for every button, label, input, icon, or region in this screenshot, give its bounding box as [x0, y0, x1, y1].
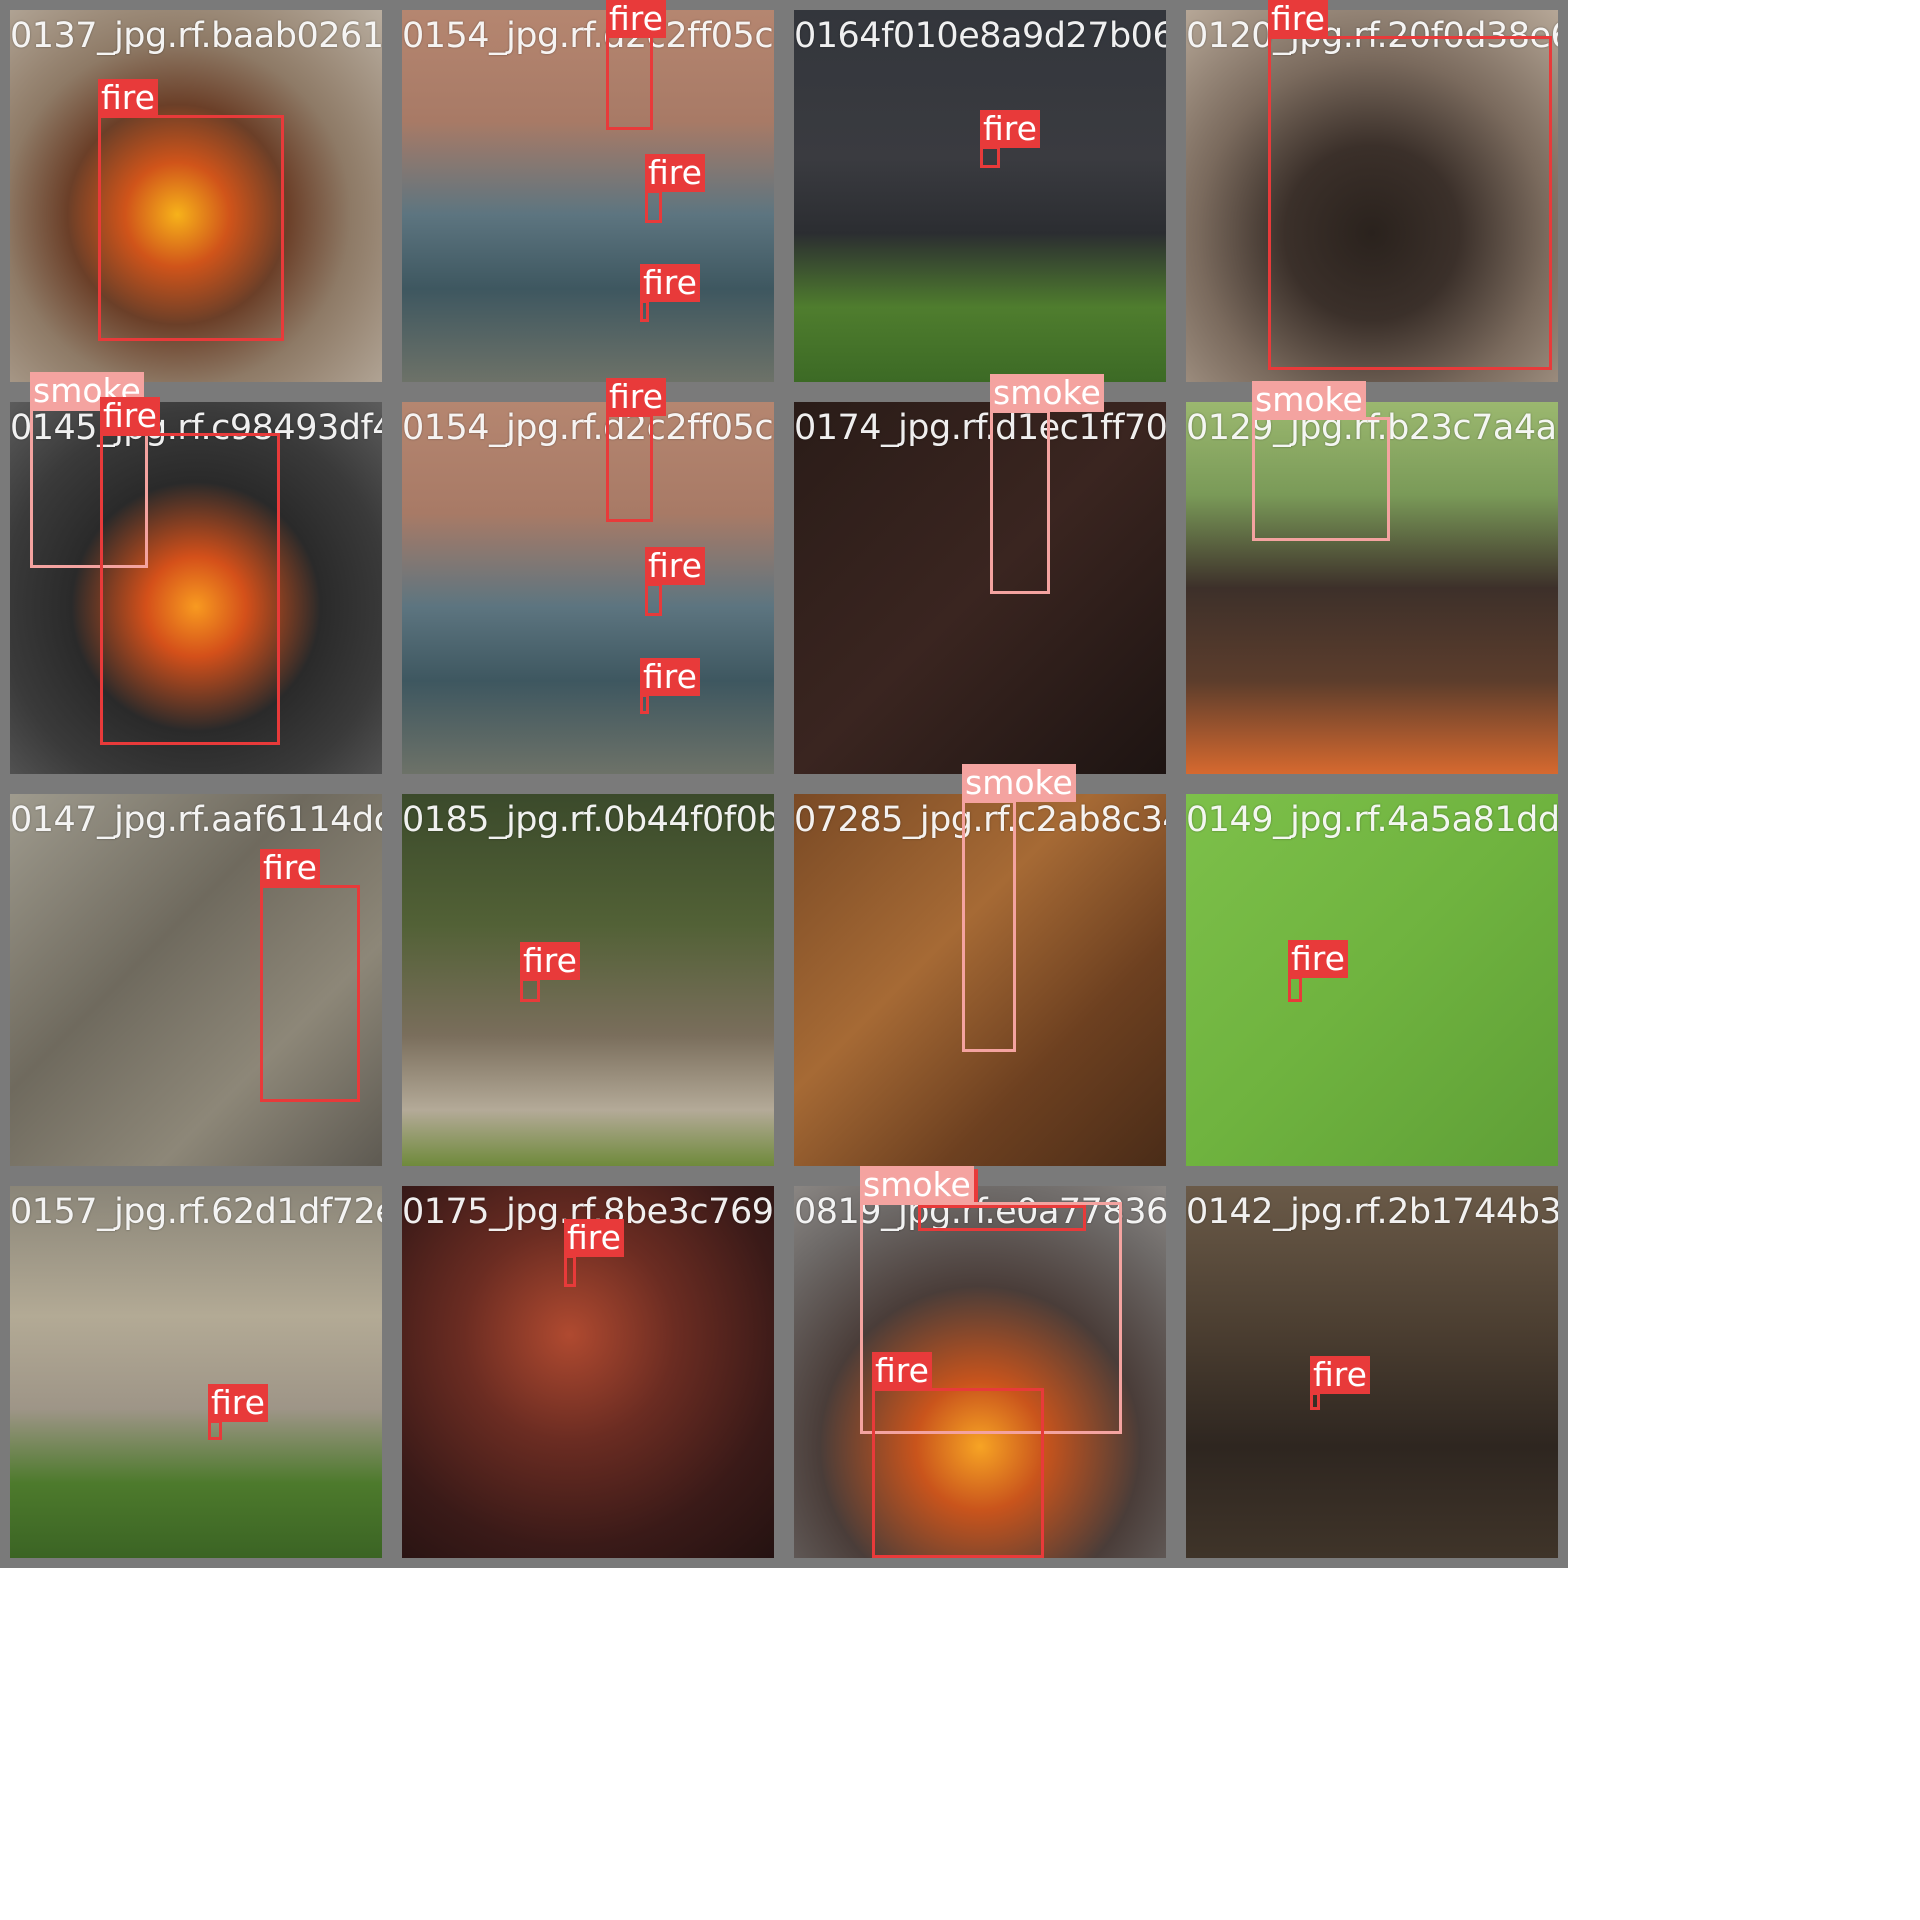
tile-image: [794, 794, 1166, 1166]
tile-filename: 0174_jpg.rf.d1ec1ff70af11cfc07fa2bc0: [794, 408, 1168, 448]
tile-image: [1186, 402, 1558, 774]
mosaic-tile: 0154_jpg.rf.d2c2ff05ca62b2d8e4c8bd8fa53c…: [392, 392, 784, 784]
tile-filename: 0149_jpg.rf.4a5a81dd09326: [1186, 800, 1560, 840]
mosaic-tile: 0164f010e8a9d27b0645cbc2e283f4: [784, 0, 1176, 392]
tile-image: [402, 1186, 774, 1558]
tile-image: [1186, 10, 1558, 382]
tile-image: [402, 402, 774, 774]
tile-image: [10, 10, 382, 382]
tile-image: [10, 402, 382, 774]
tile-filename: 0157_jpg.rf.62d1df72e58470ea752765fca880: [10, 1192, 382, 1232]
mosaic-tile: 0175_jpg.rf.8be3c769f290810: [392, 1176, 784, 1568]
tile-image: [402, 10, 774, 382]
mosaic-tile: 0147_jpg.rf.aaf6114dc20a810b899e6de34f0f…: [0, 784, 392, 1176]
tile-image: [402, 794, 774, 1166]
mosaic-tile: 0129_jpg.rf.b23c7a4a30f1a68eadf: [1176, 392, 1568, 784]
tile-image: [1186, 1186, 1558, 1558]
tile-filename: 0145_jpg.rf.c98493df46628e4094f5da9b39e2…: [10, 408, 392, 448]
mosaic-tile: 0149_jpg.rf.4a5a81dd09326: [1176, 784, 1568, 1176]
tile-filename: 0154_jpg.rf.d2c2ff05ca62b2d8e4c8bd8fa53c…: [402, 16, 784, 56]
detection-mosaic: 0137_jpg.rf.baab0261fd07781f5c6f2c53e3a0…: [0, 0, 1920, 1920]
tile-filename: 0147_jpg.rf.aaf6114dc20a810b899e6de34f0f…: [10, 800, 392, 840]
tile-filename: 0142_jpg.rf.2b1744b31099: [1186, 1192, 1562, 1232]
mosaic-tile: 0154_jpg.rf.d2c2ff05ca62b2d8e4c8bd8fa53c…: [392, 0, 784, 392]
tile-filename: 0175_jpg.rf.8be3c769f290810: [402, 1192, 774, 1232]
tile-image: [10, 794, 382, 1166]
mosaic-tile: 0185_jpg.rf.0b44f0f0b59e14071285554f2ab8…: [392, 784, 784, 1176]
tile-filename: 0164f010e8a9d27b0645cbc2e283f4: [794, 16, 1175, 56]
tile-filename: 0154_jpg.rf.d2c2ff05ca62b2d8e4c8bd8fa53c…: [402, 408, 784, 448]
mosaic-tile: 0120_jpg.rf.20f0d38e6f365f40e6: [1176, 0, 1568, 392]
mosaic-tile: 0137_jpg.rf.baab0261fd07781f5c6f2c53e3a0…: [0, 0, 392, 392]
mosaic-tile: 0819_jpg.rf.e0a77836342b27fb4f: [784, 1176, 1176, 1568]
tile-filename: 0120_jpg.rf.20f0d38e6f365f40e6: [1186, 16, 1558, 56]
mosaic-tile: 0157_jpg.rf.62d1df72e58470ea752765fca880: [0, 1176, 392, 1568]
tile-image: [10, 1186, 382, 1558]
tile-filename: 0819_jpg.rf.e0a77836342b27fb4f: [794, 1192, 1168, 1232]
mosaic-tile: 0145_jpg.rf.c98493df46628e4094f5da9b39e2…: [0, 392, 392, 784]
tile-image: [1186, 794, 1558, 1166]
tile-filename: 07285_jpg.rf.c2ab8c34541027d0: [794, 800, 1176, 840]
mosaic-tile: 07285_jpg.rf.c2ab8c34541027d0: [784, 784, 1176, 1176]
tile-filename: 0185_jpg.rf.0b44f0f0b59e14071285554f2ab8…: [402, 800, 784, 840]
tile-filename: 0129_jpg.rf.b23c7a4a30f1a68eadf: [1186, 408, 1558, 448]
tile-filename: 0137_jpg.rf.baab0261fd07781f5c6f2c53e3a0…: [10, 16, 392, 56]
tile-image: [794, 10, 1166, 382]
tile-image: [794, 1186, 1166, 1558]
mosaic-tile: 0142_jpg.rf.2b1744b31099: [1176, 1176, 1568, 1568]
mosaic-tile: 0174_jpg.rf.d1ec1ff70af11cfc07fa2bc0: [784, 392, 1176, 784]
tile-image: [794, 402, 1166, 774]
